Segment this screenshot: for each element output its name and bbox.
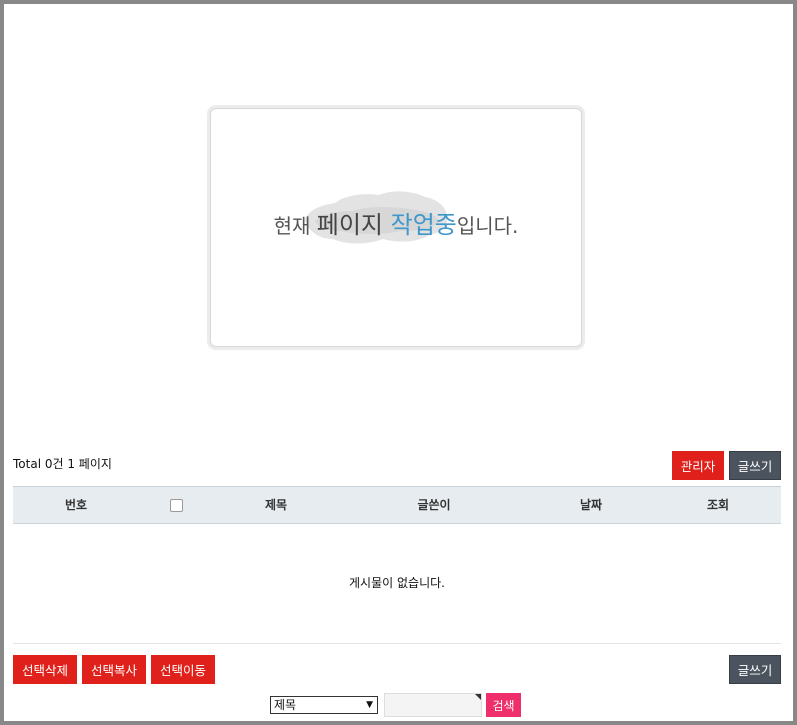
column-date: 날짜 — [579, 498, 603, 512]
notice-word-working: 작업중 — [390, 211, 457, 239]
admin-button[interactable]: 관리자 — [672, 451, 724, 480]
search-field-value: 제목 — [274, 698, 297, 712]
dropdown-arrow-icon: ▼ — [366, 700, 373, 710]
search-field-select[interactable]: 제목 ▼ — [270, 696, 378, 714]
under-construction-message: 현재 페이지 작업중입니다. — [211, 205, 581, 240]
delete-selected-button[interactable]: 선택삭제 — [13, 655, 77, 684]
column-title: 제목 — [264, 498, 288, 512]
select-all-checkbox[interactable] — [170, 499, 183, 512]
move-selected-button[interactable]: 선택이동 — [151, 655, 215, 684]
write-button-top[interactable]: 글쓰기 — [729, 451, 781, 480]
board-table-header: 번호 제목 글쓴이 날짜 조회 — [13, 486, 781, 524]
write-button-bottom[interactable]: 글쓰기 — [729, 655, 781, 684]
empty-board-message: 게시물이 없습니다. — [349, 576, 445, 590]
copy-selected-button[interactable]: 선택복사 — [82, 655, 146, 684]
column-views: 조회 — [706, 498, 730, 512]
column-number: 번호 — [64, 498, 88, 512]
search-button[interactable]: 검색 — [486, 693, 521, 717]
total-count: Total 0건 1 페이지 — [13, 457, 112, 471]
search-input[interactable] — [384, 693, 482, 717]
column-author: 글쓴이 — [417, 498, 451, 512]
resize-corner-icon — [475, 694, 481, 700]
table-divider — [13, 643, 781, 644]
page-frame: 현재 페이지 작업중입니다. Total 0건 1 페이지 관리자 글쓰기 번호… — [4, 4, 793, 721]
notice-word-suffix: 입니다. — [456, 214, 519, 238]
under-construction-card: 현재 페이지 작업중입니다. — [210, 108, 582, 347]
notice-word-page: 페이지 — [316, 211, 391, 239]
notice-word-current: 현재 — [273, 214, 317, 238]
